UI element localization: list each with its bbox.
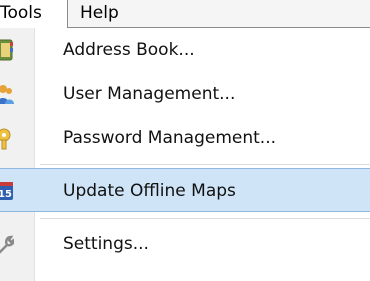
menu-separator — [40, 164, 370, 165]
menu-bar: Tools Help — [0, 0, 370, 29]
menu-item-label: User Management... — [63, 84, 236, 104]
tools-dropdown-menu: Address Book... User Management... Passw… — [0, 27, 370, 281]
menu-item-settings[interactable]: Settings... — [0, 222, 370, 266]
key-icon — [0, 126, 14, 150]
menu-item-user-management[interactable]: User Management... — [0, 72, 370, 116]
menu-item-password-management[interactable]: Password Management... — [0, 116, 370, 160]
application-window: Tools Help Address Book... User Manageme… — [0, 0, 370, 281]
svg-text:15: 15 — [0, 189, 12, 200]
wrench-icon — [0, 232, 16, 256]
address-book-icon — [0, 38, 14, 62]
menu-help[interactable]: Help — [74, 0, 154, 27]
menu-item-label: Settings... — [63, 234, 149, 254]
menu-item-label: Address Book... — [63, 40, 195, 60]
menu-item-label: Update Offline Maps — [63, 181, 236, 201]
menu-item-address-book[interactable]: Address Book... — [0, 28, 370, 72]
menu-item-label: Password Management... — [63, 128, 277, 148]
users-icon — [0, 82, 14, 106]
menu-separator — [40, 218, 370, 219]
menu-item-update-offline-maps[interactable]: 15 Update Offline Maps — [0, 168, 370, 212]
calendar-update-icon: 15 — [0, 179, 14, 203]
menu-tools[interactable]: Tools — [0, 0, 68, 28]
